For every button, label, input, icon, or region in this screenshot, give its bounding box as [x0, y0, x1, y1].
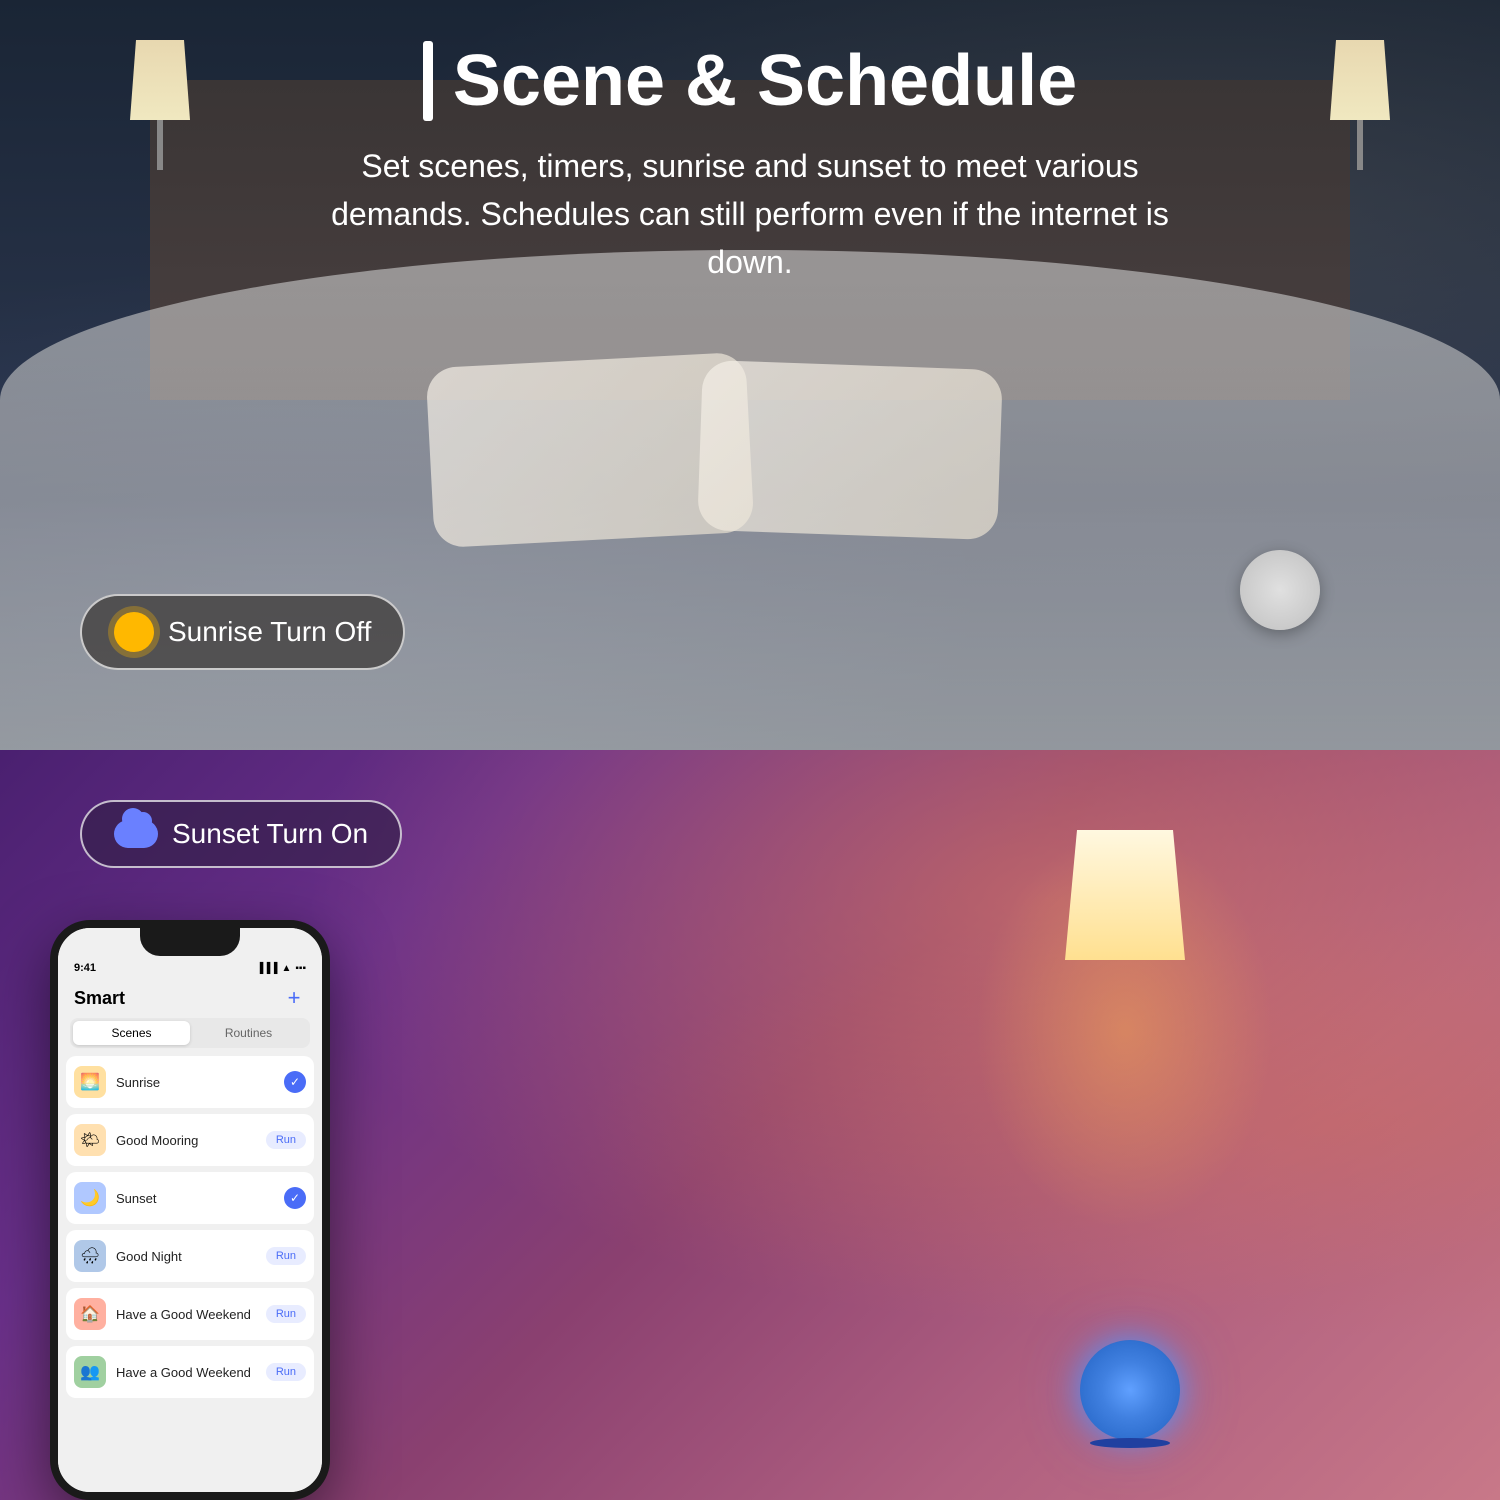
- smart-speaker-top: [1240, 550, 1320, 630]
- scene-item-left-weekend-1: 🏠 Have a Good Weekend: [74, 1298, 251, 1330]
- lamp-glow: [1050, 830, 1200, 1030]
- scene-item-good-morning[interactable]: 🌤 Good Mooring Run: [66, 1114, 314, 1166]
- scene-icon-sunrise: 🌅: [74, 1066, 106, 1098]
- scene-icon-weekend-1: 🏠: [74, 1298, 106, 1330]
- sunset-badge-text: Sunset Turn On: [172, 818, 368, 850]
- scene-icon-weekend-2: 👥: [74, 1356, 106, 1388]
- scene-icon-good-morning: 🌤: [74, 1124, 106, 1156]
- phone-status-icons: ▐▐▐ ▲ ▪▪▪: [256, 963, 306, 974]
- section-title: Scene & Schedule: [0, 40, 1500, 122]
- top-section: Scene & Schedule Set scenes, timers, sun…: [0, 0, 1500, 750]
- phone-app-title: Smart: [74, 988, 125, 1009]
- scene-item-left-good-morning: 🌤 Good Mooring: [74, 1124, 198, 1156]
- scene-check-sunrise: ✓: [284, 1071, 306, 1093]
- phone-time: 9:41: [74, 962, 96, 974]
- phone-notch: [140, 928, 240, 956]
- scene-name-sunrise: Sunrise: [116, 1075, 160, 1090]
- scene-item-left-sunrise: 🌅 Sunrise: [74, 1066, 160, 1098]
- scene-item-weekend-1[interactable]: 🏠 Have a Good Weekend Run: [66, 1288, 314, 1340]
- scene-check-sunset: ✓: [284, 1187, 306, 1209]
- scene-icon-good-night: 🌧: [74, 1240, 106, 1272]
- scene-run-good-morning[interactable]: Run: [266, 1131, 306, 1149]
- wifi-icon: ▲: [281, 963, 291, 974]
- scene-item-left-weekend-2: 👥 Have a Good Weekend: [74, 1356, 251, 1388]
- phone-screen: 9:41 ▐▐▐ ▲ ▪▪▪ Smart + Scenes Routines: [58, 928, 322, 1492]
- sunrise-badge-text: Sunrise Turn Off: [168, 616, 371, 648]
- scene-name-good-night: Good Night: [116, 1249, 182, 1264]
- phone-add-button[interactable]: +: [282, 986, 306, 1010]
- sunrise-icon: [114, 612, 154, 652]
- scene-item-sunrise[interactable]: 🌅 Sunrise ✓: [66, 1056, 314, 1108]
- sunset-cloud-icon: [114, 820, 158, 848]
- tab-routines[interactable]: Routines: [190, 1021, 307, 1045]
- pillow-group: [350, 350, 1150, 550]
- scene-item-good-night[interactable]: 🌧 Good Night Run: [66, 1230, 314, 1282]
- battery-icon: ▪▪▪: [295, 963, 306, 974]
- tab-scenes[interactable]: Scenes: [73, 1021, 190, 1045]
- lamp-glow-shade: [1065, 830, 1185, 960]
- scene-item-left-good-night: 🌧 Good Night: [74, 1240, 182, 1272]
- sunset-badge[interactable]: Sunset Turn On: [80, 800, 402, 868]
- bottom-section: Sunset Turn On 9:41 ▐▐▐ ▲ ▪▪▪ Smart + Sc…: [0, 750, 1500, 1500]
- scene-run-weekend-1[interactable]: Run: [266, 1305, 306, 1323]
- scene-item-left-sunset: 🌙 Sunset: [74, 1182, 156, 1214]
- sunrise-badge[interactable]: Sunrise Turn Off: [80, 594, 405, 670]
- title-bar-decoration: [423, 41, 433, 121]
- signal-bars-icon: ▐▐▐: [256, 963, 277, 974]
- smart-speaker-glow: [1080, 1340, 1180, 1440]
- scene-schedule-title: Scene & Schedule: [453, 40, 1077, 122]
- phone-mockup: 9:41 ▐▐▐ ▲ ▪▪▪ Smart + Scenes Routines: [50, 920, 330, 1500]
- scene-item-sunset[interactable]: 🌙 Sunset ✓: [66, 1172, 314, 1224]
- scene-item-weekend-2[interactable]: 👥 Have a Good Weekend Run: [66, 1346, 314, 1398]
- scene-run-weekend-2[interactable]: Run: [266, 1363, 306, 1381]
- section-subtitle: Set scenes, timers, sunrise and sunset t…: [300, 142, 1200, 286]
- scene-icon-sunset: 🌙: [74, 1182, 106, 1214]
- scene-name-weekend-1: Have a Good Weekend: [116, 1307, 251, 1322]
- top-content: Scene & Schedule Set scenes, timers, sun…: [0, 40, 1500, 286]
- scene-list: 🌅 Sunrise ✓ 🌤 Good Mooring Run: [58, 1056, 322, 1398]
- phone-tabs: Scenes Routines: [70, 1018, 310, 1048]
- scene-run-good-night[interactable]: Run: [266, 1247, 306, 1265]
- pillow-2: [697, 360, 1003, 540]
- phone-header: Smart +: [58, 982, 322, 1018]
- phone-status-bar: 9:41 ▐▐▐ ▲ ▪▪▪: [58, 958, 322, 982]
- scene-name-sunset: Sunset: [116, 1191, 156, 1206]
- scene-name-weekend-2: Have a Good Weekend: [116, 1365, 251, 1380]
- scene-name-good-morning: Good Mooring: [116, 1133, 198, 1148]
